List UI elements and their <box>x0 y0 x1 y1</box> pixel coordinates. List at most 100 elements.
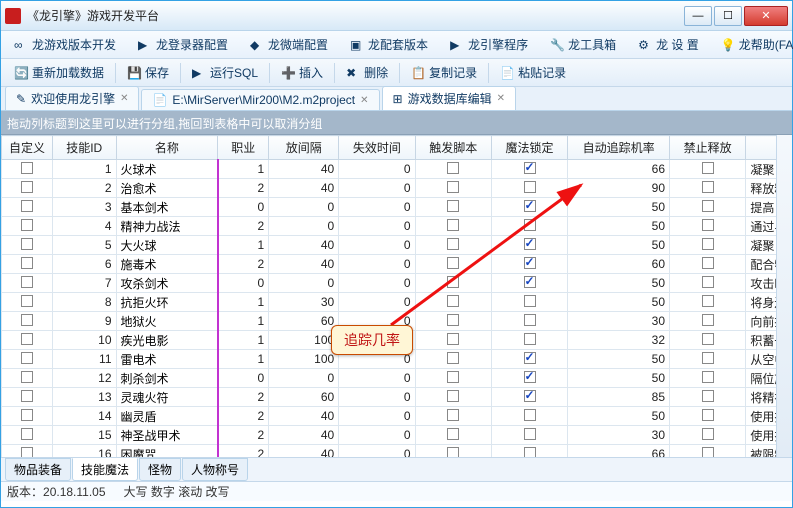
cell-name[interactable]: 大火球 <box>116 236 218 255</box>
tb-paste[interactable]: 📄粘贴记录 <box>491 61 575 84</box>
cell-expire[interactable]: 0 <box>339 293 415 312</box>
cell-job[interactable]: 1 <box>218 293 269 312</box>
cell-script[interactable] <box>415 369 491 388</box>
table-row[interactable]: 6施毒术240060配合特殊药粉可以指定 <box>2 255 793 274</box>
cell-name[interactable]: 施毒术 <box>116 255 218 274</box>
cell-forbid[interactable] <box>670 198 746 217</box>
cell-expire[interactable]: 0 <box>339 388 415 407</box>
cell-forbid[interactable] <box>670 369 746 388</box>
table-row[interactable]: 16困魔咒240066被限制在咒语中的怪兽 <box>2 445 793 458</box>
checkbox[interactable] <box>702 352 714 364</box>
cell-id[interactable]: 5 <box>52 236 116 255</box>
checkbox[interactable] <box>702 428 714 440</box>
cell-interval[interactable]: 0 <box>269 274 339 293</box>
cell-expire[interactable]: 0 <box>339 312 415 331</box>
cell-interval[interactable]: 0 <box>269 198 339 217</box>
cell-interval[interactable]: 0 <box>269 217 339 236</box>
checkbox[interactable] <box>524 409 536 421</box>
cell-forbid[interactable] <box>670 331 746 350</box>
cell-job[interactable]: 1 <box>218 312 269 331</box>
cell-forbid[interactable] <box>670 388 746 407</box>
checkbox[interactable] <box>21 314 33 326</box>
tb-micro-config[interactable]: ◆龙微端配置 <box>241 33 337 56</box>
cell-lock[interactable] <box>491 255 567 274</box>
checkbox[interactable] <box>447 390 459 402</box>
checkbox[interactable] <box>447 333 459 345</box>
tb-engine-prog[interactable]: ▶龙引擎程序 <box>441 33 537 56</box>
cell-script[interactable] <box>415 426 491 445</box>
checkbox[interactable] <box>702 333 714 345</box>
checkbox[interactable] <box>447 371 459 383</box>
cell-forbid[interactable] <box>670 350 746 369</box>
cell-track[interactable]: 66 <box>568 445 670 458</box>
checkbox[interactable] <box>524 181 536 193</box>
table-row[interactable]: 7攻杀剑术00050攻击时有机率造成大幅 <box>2 274 793 293</box>
checkbox[interactable] <box>524 276 536 288</box>
data-grid[interactable]: 自定义技能ID名称职业放间隔失效时间触发脚本魔法锁定自动追踪机率禁止释放说明 1… <box>1 135 792 457</box>
cell-script[interactable] <box>415 388 491 407</box>
tab-db-edit[interactable]: ⊞游戏数据库编辑✕ <box>382 86 516 110</box>
cell-lock[interactable] <box>491 426 567 445</box>
checkbox[interactable] <box>21 200 33 212</box>
cell-name[interactable]: 疾光电影 <box>116 331 218 350</box>
cell-lock[interactable] <box>491 217 567 236</box>
cell-name[interactable]: 神圣战甲术 <box>116 426 218 445</box>
cell-expire[interactable]: 0 <box>339 160 415 179</box>
tab-welcome[interactable]: ✎欢迎使用龙引擎✕ <box>5 86 139 110</box>
tb-match-version[interactable]: ▣龙配套版本 <box>341 33 437 56</box>
tb-runsql[interactable]: ▶运行SQL <box>183 61 267 84</box>
checkbox[interactable] <box>524 162 536 174</box>
cell-lock[interactable] <box>491 312 567 331</box>
cell-track[interactable]: 66 <box>568 160 670 179</box>
cell-lock[interactable] <box>491 445 567 458</box>
cell-id[interactable]: 15 <box>52 426 116 445</box>
cell-script[interactable] <box>415 445 491 458</box>
cell-id[interactable]: 8 <box>52 293 116 312</box>
cell-expire[interactable]: 0 <box>339 369 415 388</box>
col-header[interactable]: 触发脚本 <box>415 136 491 160</box>
tb-insert[interactable]: ➕插入 <box>272 61 332 84</box>
checkbox[interactable] <box>524 314 536 326</box>
cell-job[interactable]: 2 <box>218 445 269 458</box>
tb-login-config[interactable]: ▶龙登录器配置 <box>129 33 237 56</box>
checkbox[interactable] <box>524 352 536 364</box>
cell-id[interactable]: 4 <box>52 217 116 236</box>
checkbox[interactable] <box>447 238 459 250</box>
cell-script[interactable] <box>415 274 491 293</box>
checkbox[interactable] <box>447 447 459 458</box>
checkbox[interactable] <box>447 276 459 288</box>
cell-expire[interactable]: 0 <box>339 407 415 426</box>
table-row[interactable]: 3基本剑术00050提高自身的攻击命中率 <box>2 198 793 217</box>
tb-faq[interactable]: 💡龙帮助(FAQ) <box>712 33 793 56</box>
checkbox[interactable] <box>524 200 536 212</box>
tb-toolkit[interactable]: 🔧龙工具箱 <box>541 33 625 56</box>
col-header[interactable]: 失效时间 <box>339 136 415 160</box>
cell-expire[interactable]: 0 <box>339 331 415 350</box>
cell-id[interactable]: 9 <box>52 312 116 331</box>
checkbox[interactable] <box>702 314 714 326</box>
checkbox[interactable] <box>447 219 459 231</box>
checkbox[interactable] <box>524 219 536 231</box>
checkbox[interactable] <box>21 162 33 174</box>
cell-expire[interactable]: 0 <box>339 350 415 369</box>
cell-interval[interactable]: 60 <box>269 388 339 407</box>
tab-close-icon[interactable]: ✕ <box>120 93 128 104</box>
cell-track[interactable]: 50 <box>568 350 670 369</box>
col-header[interactable]: 名称 <box>116 136 218 160</box>
cell-script[interactable] <box>415 350 491 369</box>
tab-project[interactable]: 📄E:\MirServer\Mir200\M2.m2project✕ <box>141 89 379 110</box>
cell-name[interactable]: 攻杀剑术 <box>116 274 218 293</box>
checkbox[interactable] <box>524 447 536 458</box>
checkbox[interactable] <box>702 447 714 458</box>
cell-interval[interactable]: 30 <box>269 293 339 312</box>
cell-name[interactable]: 抗拒火环 <box>116 293 218 312</box>
checkbox[interactable] <box>447 181 459 193</box>
cell-track[interactable]: 50 <box>568 274 670 293</box>
cell-forbid[interactable] <box>670 255 746 274</box>
checkbox[interactable] <box>524 257 536 269</box>
cell-id[interactable]: 13 <box>52 388 116 407</box>
cell-expire[interactable]: 0 <box>339 198 415 217</box>
checkbox[interactable] <box>524 295 536 307</box>
sheet-tab[interactable]: 技能魔法 <box>72 458 138 481</box>
cell-name[interactable]: 基本剑术 <box>116 198 218 217</box>
